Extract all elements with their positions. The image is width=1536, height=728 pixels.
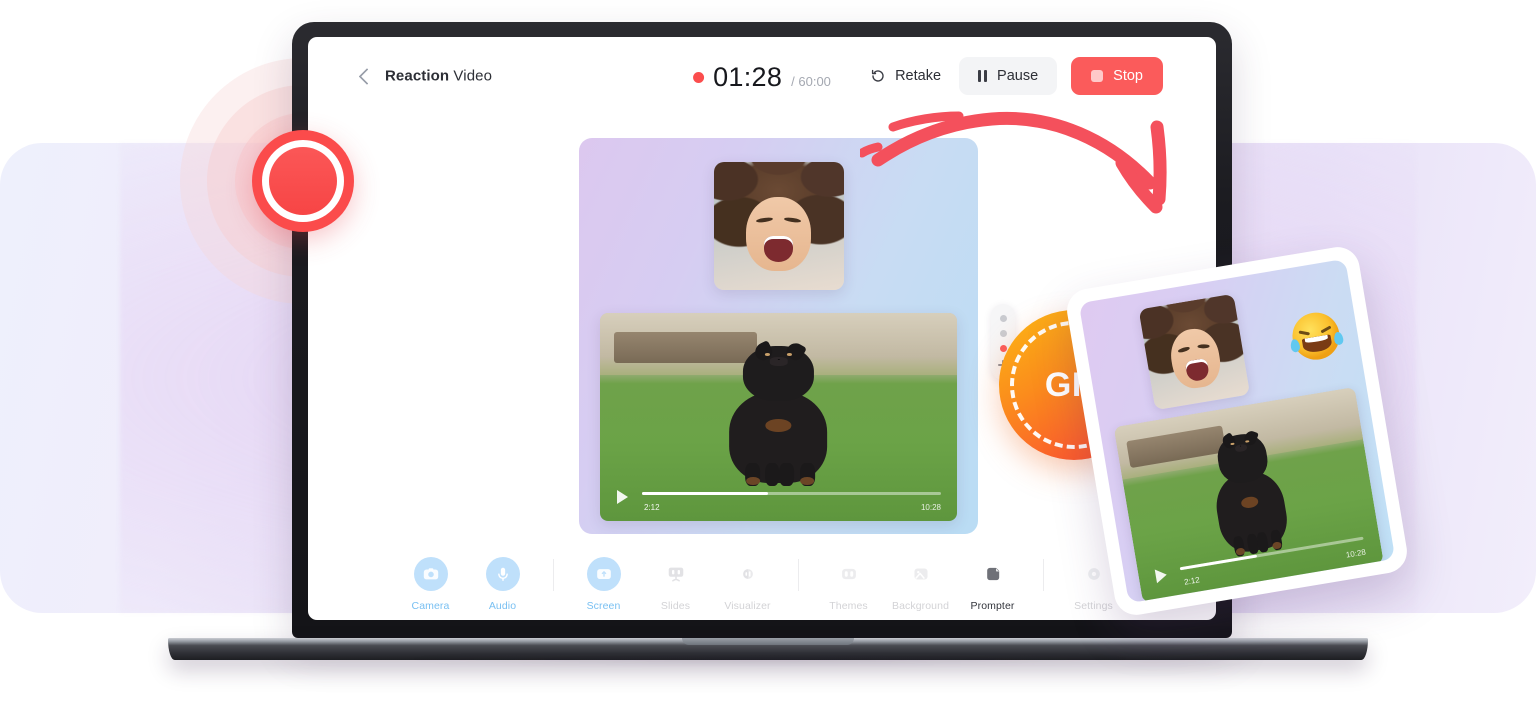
video-controls: 2:12 10:28	[600, 475, 957, 521]
screen-share-icon	[586, 557, 621, 591]
toolbar-divider-2	[797, 559, 799, 591]
header-actions: Retake Pause Stop	[866, 57, 1163, 95]
tool-screen[interactable]: Screen	[568, 557, 640, 612]
tool-prompter[interactable]: Prompter	[957, 557, 1029, 612]
gif-card-time-total: 10:28	[1345, 547, 1367, 560]
bottom-toolbar: Camera Audio Screen Slides Visualizer Th…	[308, 557, 1216, 612]
toolbar-divider-3	[1042, 559, 1044, 591]
screen-share-tile[interactable]: 2:12 10:28	[600, 313, 957, 521]
timer-total: / 60:00	[791, 74, 831, 89]
tool-visualizer[interactable]: Visualizer	[712, 557, 784, 612]
record-dot-icon	[693, 72, 705, 83]
camera-preview-tile[interactable]	[713, 162, 844, 290]
settings-icon	[1077, 557, 1111, 591]
rotate-ccw-icon	[870, 68, 886, 84]
page-title-bold: Reaction	[385, 67, 450, 85]
record-button[interactable]	[252, 130, 354, 232]
video-time-total: 10:28	[920, 503, 941, 512]
retake-label: Retake	[895, 68, 942, 84]
page-title-rest: Video	[449, 67, 493, 85]
tool-settings-label: Settings	[1074, 600, 1113, 612]
tool-audio[interactable]: Audio	[467, 557, 539, 612]
tool-prompter-label: Prompter	[970, 600, 1015, 612]
tool-themes[interactable]: Themes	[813, 557, 885, 612]
gif-card-time-elapsed: 2:12	[1183, 575, 1201, 587]
themes-icon	[832, 557, 866, 591]
pause-icon	[978, 70, 988, 82]
stop-square-icon	[1091, 70, 1104, 82]
gif-card-video-tile: 2:12 10:28	[1113, 387, 1384, 603]
tool-camera[interactable]: Camera	[395, 557, 467, 612]
slides-icon	[659, 557, 693, 591]
tool-camera-label: Camera	[411, 600, 450, 612]
camera-preview-image	[713, 162, 844, 290]
layout-dot-1[interactable]	[999, 314, 1007, 322]
video-time-elapsed: 2:12	[644, 503, 660, 512]
tool-slides[interactable]: Slides	[640, 557, 712, 612]
background-icon	[904, 557, 938, 591]
visualizer-icon	[731, 557, 765, 591]
app-header: Reaction Video 01:28 / 60:00 Retake Paus…	[308, 37, 1216, 115]
chevron-left-icon[interactable]	[358, 67, 376, 85]
tool-background-label: Background	[891, 600, 950, 612]
laptop-base	[168, 638, 1368, 660]
tool-themes-label: Themes	[829, 600, 868, 612]
record-circle-icon	[262, 140, 344, 222]
gif-card-camera-tile	[1138, 293, 1251, 411]
video-scrubber[interactable]	[642, 492, 941, 495]
rofl-emoji	[1288, 309, 1345, 364]
timer-current: 01:28	[713, 62, 783, 92]
stop-button[interactable]: Stop	[1071, 57, 1163, 95]
pause-label: Pause	[997, 68, 1039, 84]
pause-button[interactable]: Pause	[959, 57, 1058, 95]
page-title: Reaction Video	[385, 68, 492, 85]
tool-visualizer-label: Visualizer	[724, 600, 771, 612]
gif-card-stage: 2:12 10:28	[1078, 258, 1396, 604]
tool-audio-label: Audio	[488, 600, 517, 612]
play-icon	[1154, 567, 1168, 584]
prompter-icon	[976, 557, 1010, 591]
layout-dot-2[interactable]	[999, 329, 1007, 337]
breadcrumb[interactable]: Reaction Video	[358, 67, 492, 85]
tool-background[interactable]: Background	[885, 557, 957, 612]
stop-label: Stop	[1113, 68, 1143, 84]
toolbar-divider-1	[552, 559, 554, 591]
curved-arrow-annotation	[857, 105, 1200, 280]
gif-output-preview-card: 2:12 10:28	[1063, 243, 1411, 619]
laptop-shadow	[250, 658, 1290, 676]
tool-slides-label: Slides	[660, 600, 691, 612]
camera-icon	[413, 557, 448, 591]
page-root: Reaction Video 01:28 / 60:00 Retake Paus…	[0, 0, 1536, 728]
play-icon[interactable]	[617, 490, 628, 504]
recording-timer: 01:28 / 60:00	[693, 62, 831, 93]
tool-screen-label: Screen	[586, 600, 621, 612]
retake-button[interactable]: Retake	[866, 62, 945, 90]
layout-dot-3-active[interactable]	[999, 344, 1007, 352]
microphone-icon	[485, 557, 520, 591]
